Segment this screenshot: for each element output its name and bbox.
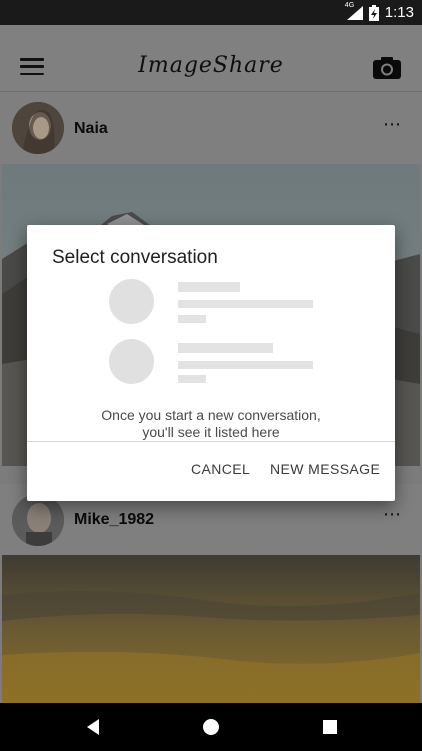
app-title: ImageShare xyxy=(138,53,284,78)
post-image[interactable] xyxy=(2,555,420,703)
signal-icon: 4G xyxy=(345,2,363,20)
status-time: 1:13 xyxy=(384,4,414,21)
empty-state-message: Once you start a new conversation, you'l… xyxy=(27,407,395,441)
avatar[interactable] xyxy=(12,102,64,154)
navigation-bar xyxy=(0,703,422,751)
placeholder-line xyxy=(178,361,313,369)
select-conversation-dialog: Select conversation Once you start a new… xyxy=(27,225,395,501)
post-username[interactable]: Mike_1982 xyxy=(74,511,154,529)
battery-charging-icon xyxy=(368,4,379,21)
placeholder-avatar xyxy=(109,339,154,384)
more-options-icon[interactable]: ⋯ xyxy=(383,504,402,525)
empty-state-line: Once you start a new conversation, xyxy=(101,407,321,423)
post-header: Naia ⋯ xyxy=(0,92,422,164)
empty-state-line: you'll see it listed here xyxy=(142,424,280,440)
placeholder-line xyxy=(178,343,273,353)
back-icon[interactable] xyxy=(82,715,106,739)
network-type-label: 4G xyxy=(344,1,355,9)
status-icons: 4G 1:13 xyxy=(345,0,414,25)
placeholder-line xyxy=(178,375,206,383)
recents-icon[interactable] xyxy=(318,715,342,739)
app-bar: ImageShare xyxy=(0,25,422,92)
more-options-icon[interactable]: ⋯ xyxy=(383,114,402,135)
dialog-title: Select conversation xyxy=(52,247,218,268)
avatar[interactable] xyxy=(12,494,64,546)
status-bar: 4G 1:13 xyxy=(0,0,422,25)
post-username[interactable]: Naia xyxy=(74,120,108,138)
cancel-button[interactable]: CANCEL xyxy=(191,461,250,477)
placeholder-avatar xyxy=(109,279,154,324)
divider xyxy=(27,441,395,442)
placeholder-line xyxy=(178,315,206,323)
new-message-button[interactable]: NEW MESSAGE xyxy=(270,461,380,477)
placeholder-line xyxy=(178,300,313,308)
placeholder-line xyxy=(178,282,240,292)
home-icon[interactable] xyxy=(199,715,223,739)
camera-icon[interactable] xyxy=(372,55,402,81)
